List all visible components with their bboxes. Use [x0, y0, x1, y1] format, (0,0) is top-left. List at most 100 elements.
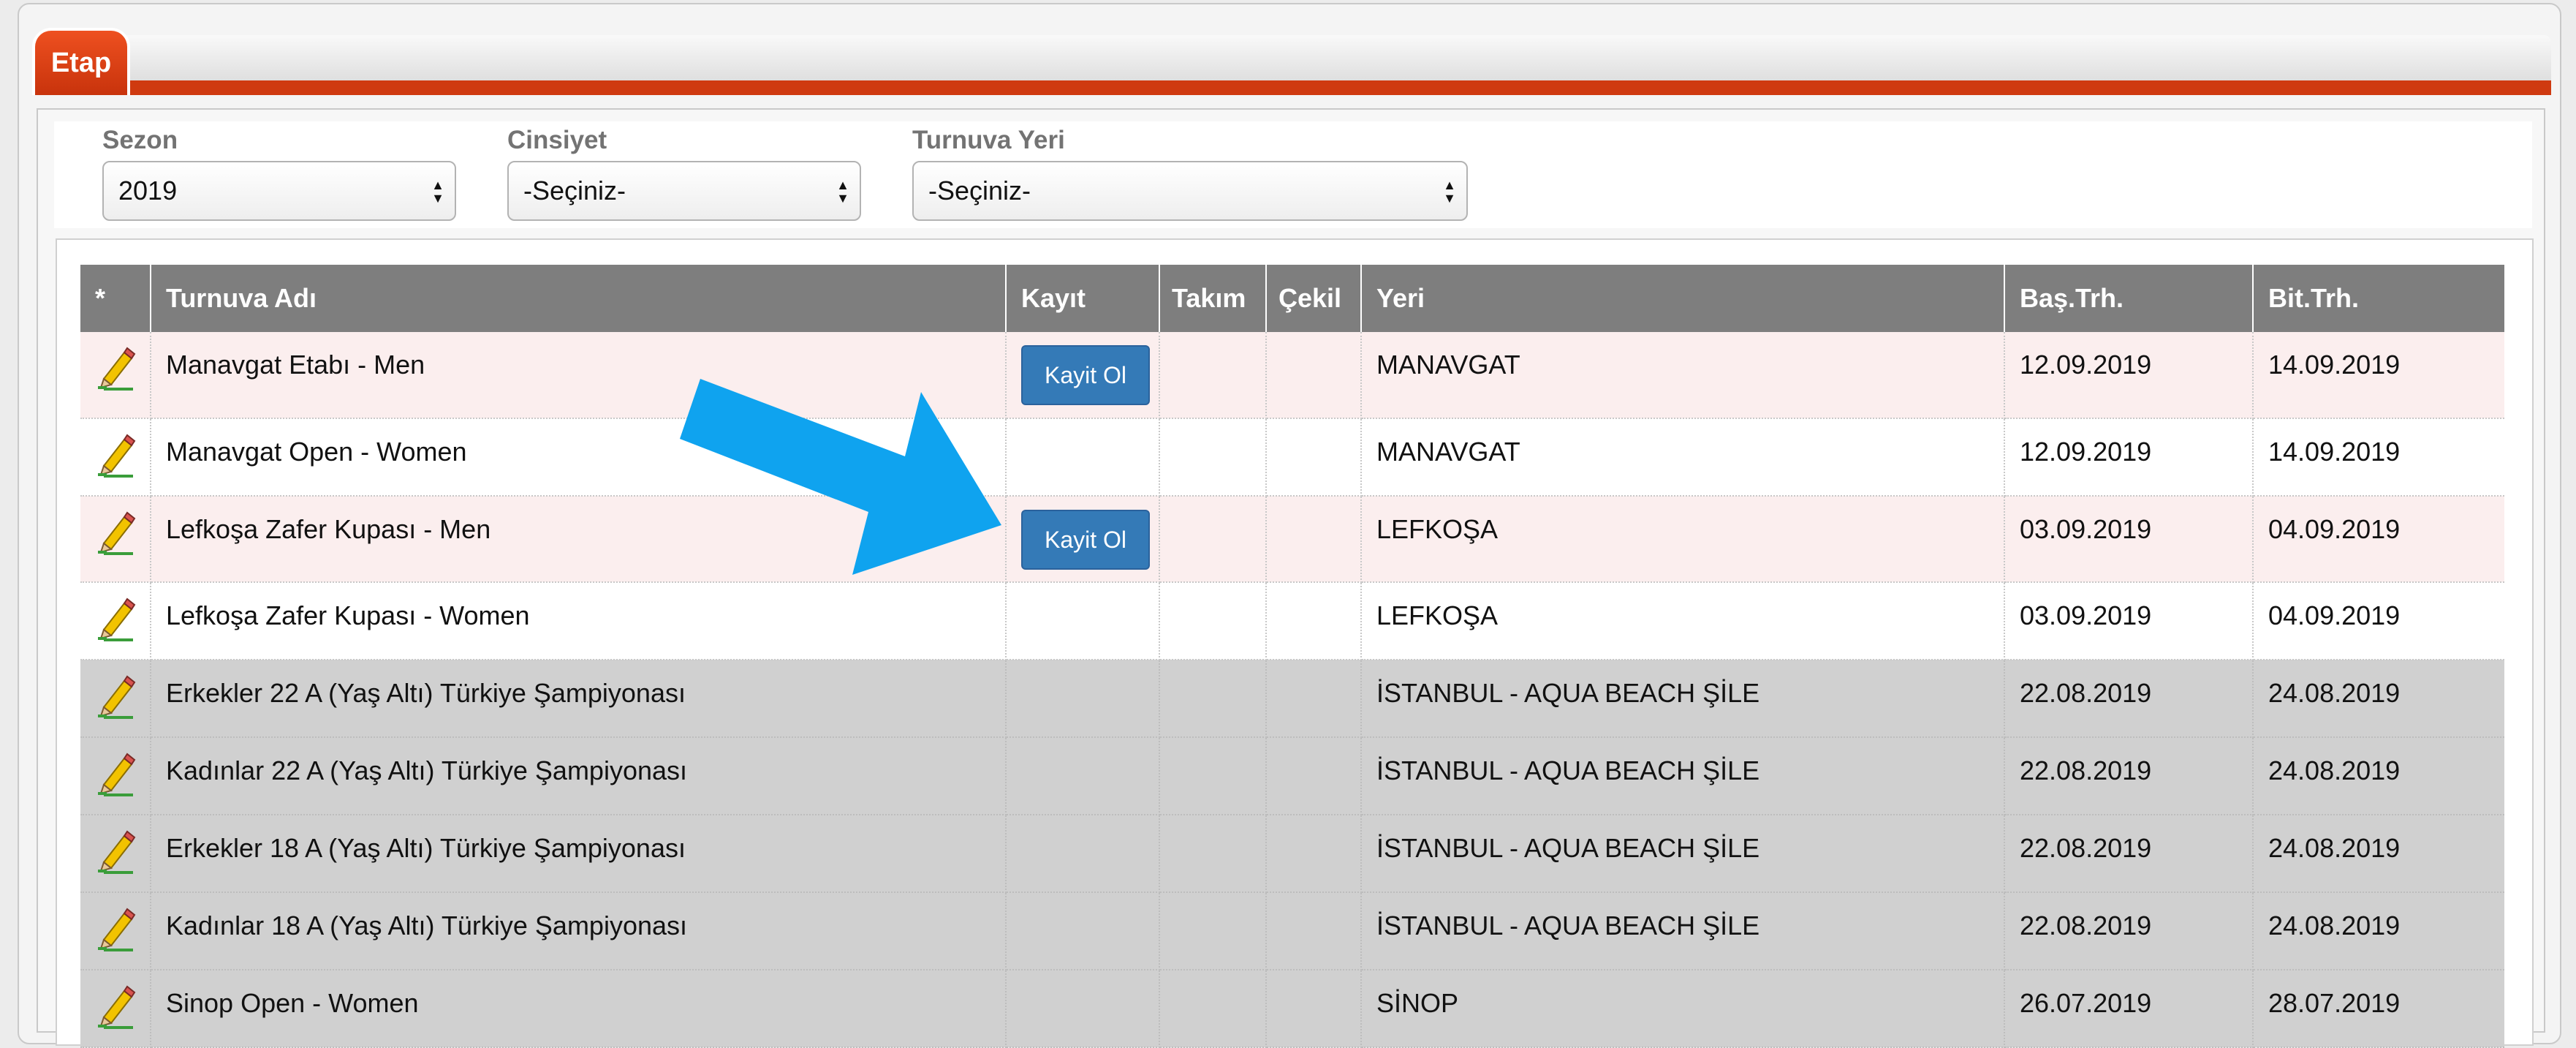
cekil-cell: [1266, 332, 1362, 419]
takim-cell: [1159, 418, 1267, 497]
start-date: 22.08.2019: [2004, 737, 2254, 815]
start-date: 03.09.2019: [2004, 496, 2254, 583]
tournament-name: Manavgat Open - Women: [151, 418, 1007, 497]
cekil-cell: [1266, 660, 1362, 738]
col-header-yeri[interactable]: Yeri: [1361, 265, 2005, 332]
col-header-takim[interactable]: Takım: [1159, 265, 1267, 332]
sezon-select[interactable]: 2019 ▲ ▼: [102, 161, 456, 221]
end-date: 14.09.2019: [2253, 332, 2504, 419]
tournament-name: Lefkoşa Zafer Kupası - Men: [151, 496, 1007, 583]
kayit-cell: [1006, 970, 1160, 1048]
cinsiyet-label: Cinsiyet: [507, 126, 607, 154]
sezon-label: Sezon: [102, 126, 178, 154]
kayit-cell: [1006, 660, 1160, 738]
turnuva-yeri-select[interactable]: -Seçiniz- ▲ ▼: [912, 161, 1468, 221]
select-arrows-icon: ▲ ▼: [836, 178, 849, 206]
start-date: 22.08.2019: [2004, 892, 2254, 970]
row-action-cell: [80, 332, 151, 419]
kayit-cell: [1006, 737, 1160, 815]
col-header-turnuva-adi[interactable]: Turnuva Adı: [151, 265, 1007, 332]
start-date: 22.08.2019: [2004, 815, 2254, 893]
end-date: 04.09.2019: [2253, 582, 2504, 660]
select-arrows-icon: ▲ ▼: [1443, 178, 1456, 206]
cekil-cell: [1266, 815, 1362, 893]
edit-pencil-icon[interactable]: [95, 595, 136, 641]
tournament-location: SİNOP: [1361, 970, 2005, 1048]
takim-cell: [1159, 815, 1267, 893]
tournament-location: LEFKOŞA: [1361, 582, 2005, 660]
end-date: 24.08.2019: [2253, 892, 2504, 970]
kayit-ol-button[interactable]: Kayit Ol: [1021, 510, 1150, 570]
tab-bar: [32, 35, 2551, 82]
row-action-cell: [80, 737, 151, 815]
col-header-cekil[interactable]: Çekil: [1266, 265, 1362, 332]
kayit-cell: [1006, 582, 1160, 660]
tournament-table: * Turnuva Adı Kayıt Takım Çekil Yeri Baş…: [80, 265, 2504, 1048]
tournament-location: MANAVGAT: [1361, 332, 2005, 419]
kayit-cell: [1006, 418, 1160, 497]
edit-pencil-icon[interactable]: [95, 344, 136, 391]
tournament-location: İSTANBUL - AQUA BEACH ŞİLE: [1361, 660, 2005, 738]
takim-cell: [1159, 892, 1267, 970]
kayit-cell: Kayit Ol: [1006, 332, 1160, 419]
turnuva-yeri-value: -Seçiniz-: [928, 176, 1031, 206]
tournament-location: İSTANBUL - AQUA BEACH ŞİLE: [1361, 815, 2005, 893]
col-header-bit-trh[interactable]: Bit.Trh.: [2253, 265, 2504, 332]
tournament-name: Erkekler 18 A (Yaş Altı) Türkiye Şampiyo…: [151, 815, 1007, 893]
tab-etap[interactable]: Etap: [32, 28, 130, 95]
row-action-cell: [80, 582, 151, 660]
cekil-cell: [1266, 496, 1362, 583]
start-date: 12.09.2019: [2004, 418, 2254, 497]
edit-pencil-icon[interactable]: [95, 750, 136, 796]
col-header-star: *: [80, 265, 151, 332]
select-arrows-icon: ▲ ▼: [431, 178, 444, 206]
row-action-cell: [80, 815, 151, 893]
col-header-bas-trh[interactable]: Baş.Trh.: [2004, 265, 2254, 332]
tournament-name: Kadınlar 18 A (Yaş Altı) Türkiye Şampiyo…: [151, 892, 1007, 970]
tournament-location: LEFKOŞA: [1361, 496, 2005, 583]
cekil-cell: [1266, 970, 1362, 1048]
edit-pencil-icon[interactable]: [95, 672, 136, 719]
takim-cell: [1159, 582, 1267, 660]
takim-cell: [1159, 970, 1267, 1048]
tournament-name: Kadınlar 22 A (Yaş Altı) Türkiye Şampiyo…: [151, 737, 1007, 815]
tournament-location: İSTANBUL - AQUA BEACH ŞİLE: [1361, 737, 2005, 815]
row-action-cell: [80, 892, 151, 970]
edit-pencil-icon[interactable]: [95, 508, 136, 555]
table-row: Manavgat Open - Women MANAVGAT 12.09.2019 1…: [80, 418, 2504, 497]
cekil-cell: [1266, 582, 1362, 660]
takim-cell: [1159, 660, 1267, 738]
end-date: 14.09.2019: [2253, 418, 2504, 497]
end-date: 24.08.2019: [2253, 660, 2504, 738]
col-header-kayit[interactable]: Kayıt: [1006, 265, 1160, 332]
table-row: Lefkoşa Zafer Kupası - Women LEFKOŞA 03.09…: [80, 582, 2504, 660]
start-date: 22.08.2019: [2004, 660, 2254, 738]
cinsiyet-select[interactable]: -Seçiniz- ▲ ▼: [507, 161, 861, 221]
edit-pencil-icon[interactable]: [95, 982, 136, 1029]
kayit-ol-button[interactable]: Kayit Ol: [1021, 345, 1150, 405]
table-row: Kadınlar 18 A (Yaş Altı) Türkiye Şampiyo…: [80, 892, 2504, 970]
edit-pencil-icon[interactable]: [95, 827, 136, 874]
edit-pencil-icon[interactable]: [95, 905, 136, 951]
row-action-cell: [80, 660, 151, 738]
tournament-name: Lefkoşa Zafer Kupası - Women: [151, 582, 1007, 660]
start-date: 12.09.2019: [2004, 332, 2254, 419]
cinsiyet-value: -Seçiniz-: [523, 176, 626, 206]
tournament-name: Sinop Open - Women: [151, 970, 1007, 1048]
kayit-cell: [1006, 815, 1160, 893]
takim-cell: [1159, 737, 1267, 815]
row-action-cell: [80, 418, 151, 497]
turnuva-yeri-label: Turnuva Yeri: [912, 126, 1065, 154]
takim-cell: [1159, 332, 1267, 419]
tab-underline: [32, 80, 2551, 95]
table-header: * Turnuva Adı Kayıt Takım Çekil Yeri Baş…: [80, 265, 2504, 332]
row-action-cell: [80, 970, 151, 1048]
tournament-name: Manavgat Etabı - Men: [151, 332, 1007, 419]
end-date: 24.08.2019: [2253, 815, 2504, 893]
sezon-value: 2019: [118, 176, 178, 206]
table-row: Manavgat Etabı - Men Kayit Ol MANAVGAT 12.0…: [80, 332, 2504, 419]
row-action-cell: [80, 496, 151, 583]
tournament-location: İSTANBUL - AQUA BEACH ŞİLE: [1361, 892, 2005, 970]
start-date: 03.09.2019: [2004, 582, 2254, 660]
edit-pencil-icon[interactable]: [95, 431, 136, 478]
